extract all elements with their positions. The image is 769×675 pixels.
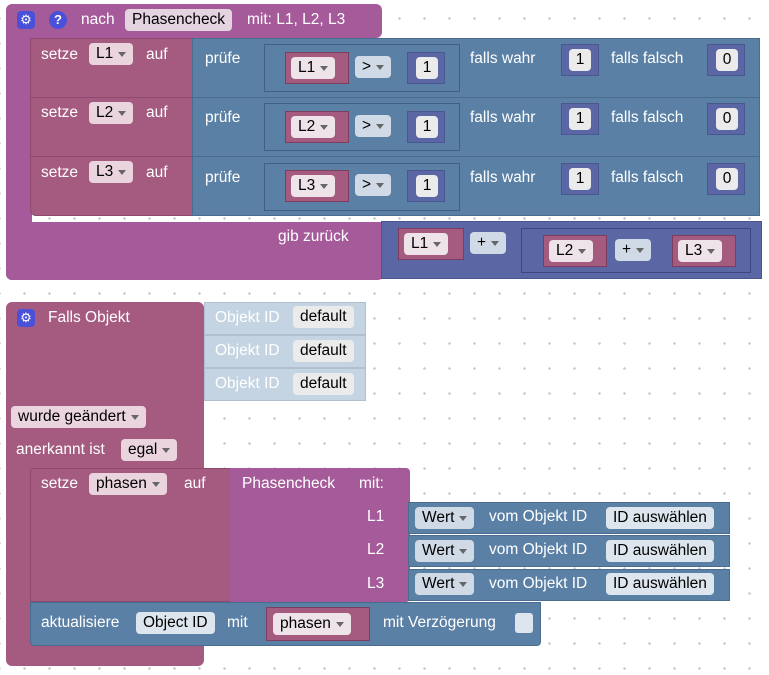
cmp-var-dropdown-l1[interactable]: L1 (291, 57, 336, 79)
operator-dropdown-2[interactable]: > (355, 115, 392, 137)
update-label: aktualisiere (41, 614, 120, 631)
object-id-value-2[interactable]: default (293, 340, 354, 362)
prop-dropdown-1[interactable]: Wert (415, 507, 475, 529)
from-object-label: vom Objekt ID (489, 575, 588, 592)
update-target-field[interactable]: Object ID (136, 612, 215, 634)
ack-dropdown[interactable]: egal (121, 439, 178, 461)
return-var-c[interactable]: L3 (678, 240, 723, 262)
function-params: mit: L1, L2, L3 (247, 11, 346, 28)
var-dropdown-phasen[interactable]: phasen (89, 473, 167, 495)
set-label: setze (41, 475, 79, 492)
false-value-3[interactable]: 0 (716, 168, 738, 190)
check-label: prüfe (205, 169, 241, 186)
if-false-label: falls falsch (611, 169, 684, 186)
cmp-value-3[interactable]: 1 (416, 175, 438, 197)
var-dropdown-l2[interactable]: L2 (89, 102, 134, 124)
return-label: gib zurück (278, 228, 349, 245)
change-type-dropdown[interactable]: wurde geändert (11, 406, 146, 428)
from-object-label: vom Objekt ID (489, 541, 588, 558)
check-label: prüfe (205, 50, 241, 67)
function-prefix: nach (81, 11, 115, 28)
to-label: auf (146, 104, 168, 121)
if-true-label: falls wahr (470, 50, 536, 67)
to-label: auf (184, 475, 206, 492)
false-value-1[interactable]: 0 (716, 49, 738, 71)
id-select-1[interactable]: ID auswählen (606, 507, 714, 529)
delay-label: mit Verzögerung (383, 614, 496, 631)
cmp-value-2[interactable]: 1 (416, 116, 438, 138)
if-false-label: falls falsch (611, 50, 684, 67)
to-label: auf (146, 164, 168, 181)
update-var-dropdown[interactable]: phasen (273, 613, 351, 635)
if-true-label: falls wahr (470, 109, 536, 126)
ack-label: anerkannt ist (16, 441, 105, 458)
object-id-label: Objekt ID (215, 342, 280, 359)
var-dropdown-l1[interactable]: L1 (89, 43, 134, 65)
call-mit: mit: (359, 475, 384, 492)
return-op-1[interactable]: + (470, 232, 507, 254)
arg-label-l1: L1 (367, 508, 385, 525)
trigger-title: Falls Objekt (48, 309, 130, 326)
to-label: auf (146, 46, 168, 63)
return-var-a[interactable]: L1 (404, 233, 449, 255)
object-id-value-1[interactable]: default (293, 306, 354, 328)
cmp-var-dropdown-l3[interactable]: L3 (291, 175, 336, 197)
true-value-3[interactable]: 1 (569, 168, 591, 190)
operator-dropdown-1[interactable]: > (355, 56, 392, 78)
set-label: setze (41, 46, 79, 63)
object-id-label: Objekt ID (215, 309, 280, 326)
cmp-var-dropdown-l2[interactable]: L2 (291, 116, 336, 138)
false-value-2[interactable]: 0 (716, 108, 738, 130)
arg-label-l2: L2 (367, 541, 385, 558)
var-dropdown-l3[interactable]: L3 (89, 161, 134, 183)
set-label: setze (41, 104, 79, 121)
id-select-2[interactable]: ID auswählen (606, 540, 714, 562)
return-var-b[interactable]: L2 (549, 240, 594, 262)
id-select-3[interactable]: ID auswählen (606, 573, 714, 595)
help-icon[interactable]: ? (49, 11, 67, 29)
operator-dropdown-3[interactable]: > (355, 174, 392, 196)
from-object-label: vom Objekt ID (489, 508, 588, 525)
call-name: Phasencheck (242, 475, 336, 492)
cmp-value-1[interactable]: 1 (416, 57, 438, 79)
function-name-field[interactable]: Phasencheck (125, 9, 233, 31)
gear-icon[interactable]: ⚙ (17, 309, 35, 327)
true-value-2[interactable]: 1 (569, 108, 591, 130)
gear-icon[interactable]: ⚙ (17, 11, 35, 29)
true-value-1[interactable]: 1 (569, 49, 591, 71)
if-false-label: falls falsch (611, 109, 684, 126)
object-id-label: Objekt ID (215, 375, 280, 392)
if-true-label: falls wahr (470, 169, 536, 186)
arg-label-l3: L3 (367, 575, 385, 592)
check-label: prüfe (205, 109, 241, 126)
set-label: setze (41, 164, 79, 181)
delay-checkbox[interactable] (515, 613, 533, 633)
object-id-value-3[interactable]: default (293, 373, 354, 395)
update-mit-label: mit (227, 614, 248, 631)
prop-dropdown-2[interactable]: Wert (415, 540, 475, 562)
return-op-2[interactable]: + (615, 239, 652, 261)
prop-dropdown-3[interactable]: Wert (415, 573, 475, 595)
